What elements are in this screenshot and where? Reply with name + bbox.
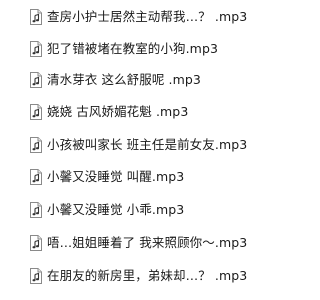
- file-item[interactable]: 小馨又没睡觉 叫醒.mp3: [0, 164, 271, 192]
- file-list: 查房小护士居然主动帮我…？ .mp3 犯了错被堵在教室的小狗.mp3 清水芽衣 …: [0, 0, 271, 300]
- audio-file-icon: [29, 169, 43, 185]
- audio-file-icon: [29, 235, 43, 251]
- file-name: 查房小护士居然主动帮我…？ .mp3: [47, 9, 248, 24]
- file-item[interactable]: 小孩被叫家长 班主任是前女友.mp3: [0, 132, 271, 160]
- file-item[interactable]: 小馨又没睡觉 小乖.mp3: [0, 197, 271, 225]
- file-item[interactable]: 查房小护士居然主动帮我…？ .mp3: [0, 4, 271, 32]
- audio-file-icon: [29, 104, 43, 120]
- file-name: 娆娆 古风娇媚花魁 .mp3: [47, 104, 189, 119]
- audio-file-icon: [29, 72, 43, 88]
- audio-file-icon: [29, 202, 43, 218]
- file-name: 唔…姐姐睡着了 我来照顾你～.mp3: [47, 235, 248, 250]
- file-name: 小馨又没睡觉 小乖.mp3: [47, 202, 185, 217]
- file-item[interactable]: 犯了错被堵在教室的小狗.mp3: [0, 36, 271, 64]
- audio-file-icon: [29, 41, 43, 57]
- file-item[interactable]: 清水芽衣 这么舒服呢 .mp3: [0, 67, 271, 95]
- file-item[interactable]: 唔…姐姐睡着了 我来照顾你～.mp3: [0, 230, 271, 258]
- audio-file-icon: [29, 9, 43, 25]
- file-name: 清水芽衣 这么舒服呢 .mp3: [47, 72, 201, 87]
- audio-file-icon: [29, 268, 43, 284]
- file-item[interactable]: 在朋友的新房里，弟妹却…？ .mp3: [0, 263, 271, 291]
- audio-file-icon: [29, 137, 43, 153]
- file-name: 在朋友的新房里，弟妹却…？ .mp3: [47, 268, 248, 283]
- file-name: 小馨又没睡觉 叫醒.mp3: [47, 169, 185, 184]
- file-name: 犯了错被堵在教室的小狗.mp3: [47, 41, 219, 56]
- file-name: 小孩被叫家长 班主任是前女友.mp3: [47, 137, 248, 152]
- file-item[interactable]: 娆娆 古风娇媚花魁 .mp3: [0, 99, 271, 127]
